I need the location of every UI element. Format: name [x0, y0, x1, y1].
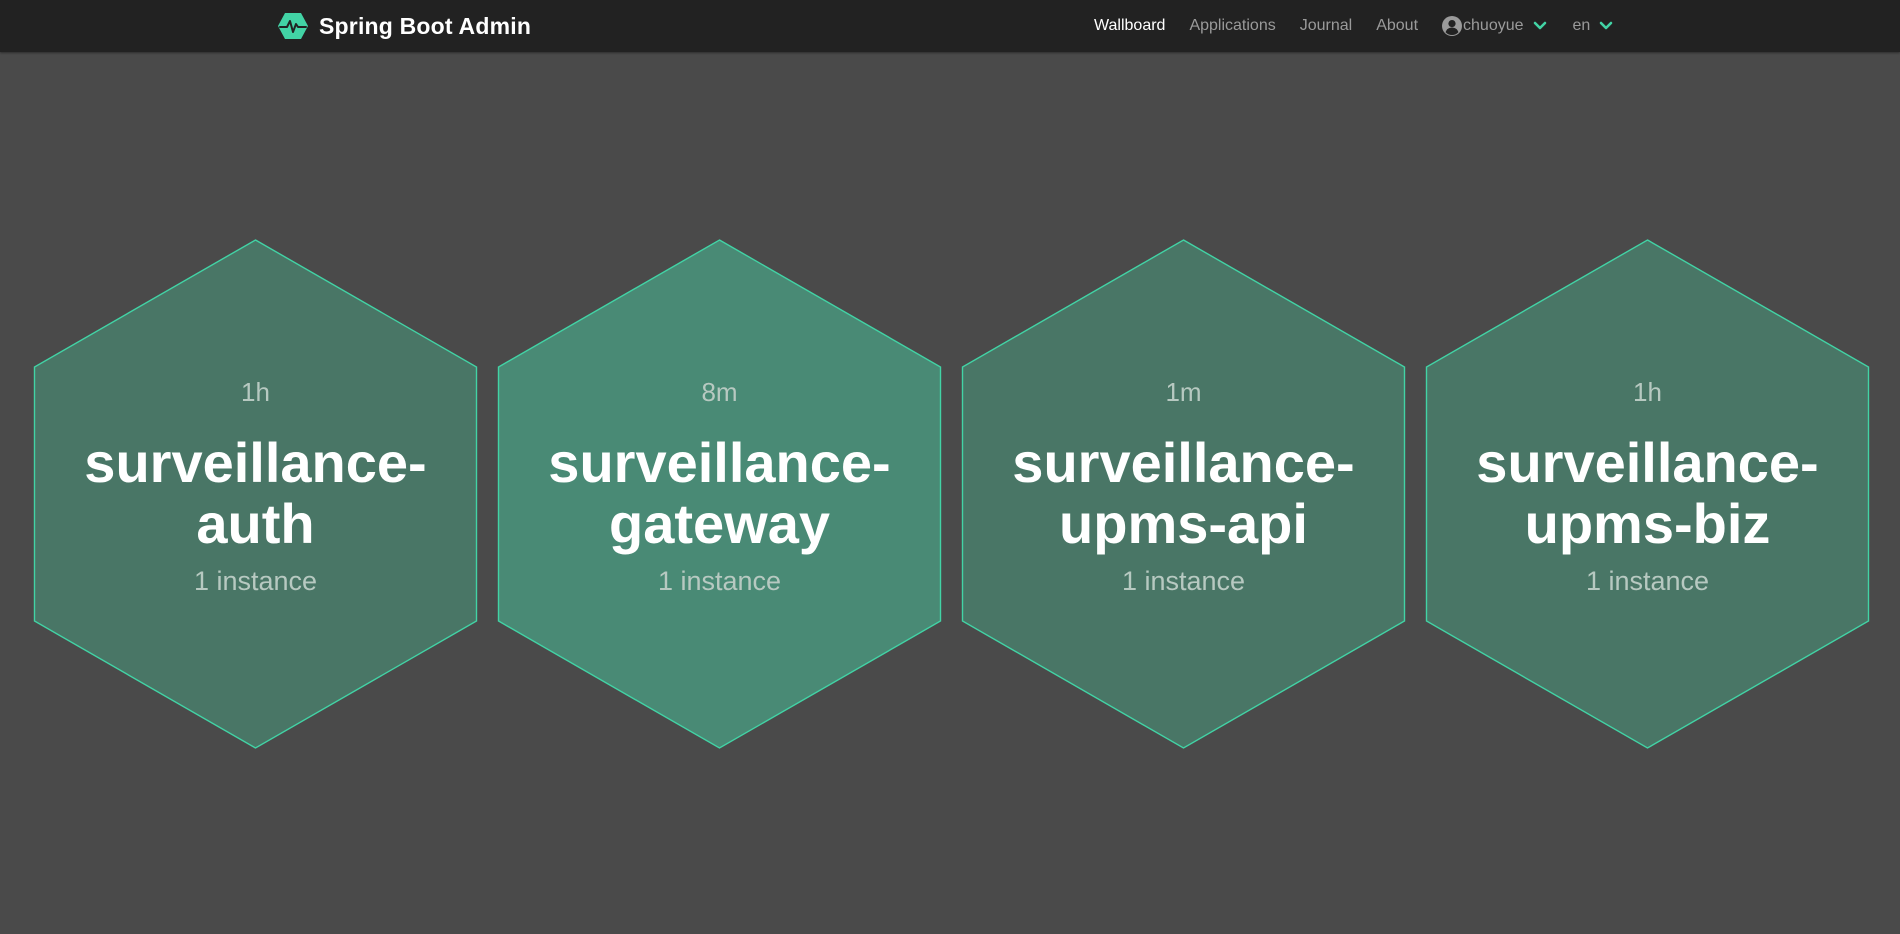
nav-journal[interactable]: Journal	[1300, 17, 1352, 35]
top-navbar: Spring Boot Admin Wallboard Applications…	[0, 0, 1900, 52]
wallboard: 1h surveillance- auth 1 instance 8m surv…	[0, 52, 1900, 934]
chevron-down-icon	[1533, 21, 1546, 30]
user-circle-icon	[1442, 16, 1463, 36]
brand-link[interactable]: Spring Boot Admin	[277, 10, 531, 42]
application-name-line2: upms-biz	[1524, 492, 1771, 555]
nav-menu: Wallboard Applications Journal About chu…	[1094, 0, 1639, 52]
application-name: surveillance- auth	[73, 432, 438, 554]
application-hex-surveillance-upms-biz[interactable]: 1h surveillance- upms-biz 1 instance	[1425, 239, 1870, 749]
application-instance-count: 1 instance	[1585, 566, 1710, 596]
application-uptime: 1h	[241, 377, 270, 407]
spring-boot-admin-logo-icon	[278, 13, 308, 39]
language-label: en	[1572, 17, 1591, 34]
application-name-line1: surveillance-	[1476, 431, 1819, 494]
hex-content: 1h surveillance- auth 1 instance	[33, 239, 478, 749]
hex-content: 1h surveillance- upms-biz 1 instance	[1425, 239, 1870, 749]
language-dropdown[interactable]: en	[1573, 17, 1614, 35]
application-instance-count: 1 instance	[657, 566, 782, 596]
nav-wallboard[interactable]: Wallboard	[1094, 17, 1165, 35]
application-instance-count: 1 instance	[193, 566, 318, 596]
application-hex-surveillance-gateway[interactable]: 8m surveillance- gateway 1 instance	[497, 239, 942, 749]
hex-content: 8m surveillance- gateway 1 instance	[497, 239, 942, 749]
application-name-line1: surveillance-	[1012, 431, 1355, 494]
nav-applications[interactable]: Applications	[1189, 17, 1275, 35]
application-name-line2: auth	[196, 492, 315, 555]
application-name: surveillance- upms-biz	[1465, 432, 1830, 554]
nav-about[interactable]: About	[1376, 17, 1418, 35]
application-name-line2: upms-api	[1059, 492, 1308, 555]
application-uptime: 1h	[1633, 377, 1662, 407]
application-uptime: 1m	[1165, 377, 1202, 407]
application-hex-surveillance-auth[interactable]: 1h surveillance- auth 1 instance	[33, 239, 478, 749]
application-hex-surveillance-upms-api[interactable]: 1m surveillance- upms-api 1 instance	[961, 239, 1406, 749]
hex-content: 1m surveillance- upms-api 1 instance	[961, 239, 1406, 749]
chevron-down-icon	[1600, 21, 1613, 30]
brand-title: Spring Boot Admin	[319, 12, 532, 39]
user-name: chuoyue	[1463, 17, 1524, 34]
application-instance-count: 1 instance	[1121, 566, 1246, 596]
application-name-line1: surveillance-	[548, 431, 891, 494]
application-uptime: 8m	[701, 377, 738, 407]
application-name: surveillance- gateway	[537, 432, 902, 554]
user-menu-dropdown[interactable]: chuoyue	[1442, 16, 1547, 36]
application-name: surveillance- upms-api	[1001, 432, 1366, 554]
application-name-line1: surveillance-	[84, 431, 427, 494]
application-name-line2: gateway	[609, 492, 830, 555]
